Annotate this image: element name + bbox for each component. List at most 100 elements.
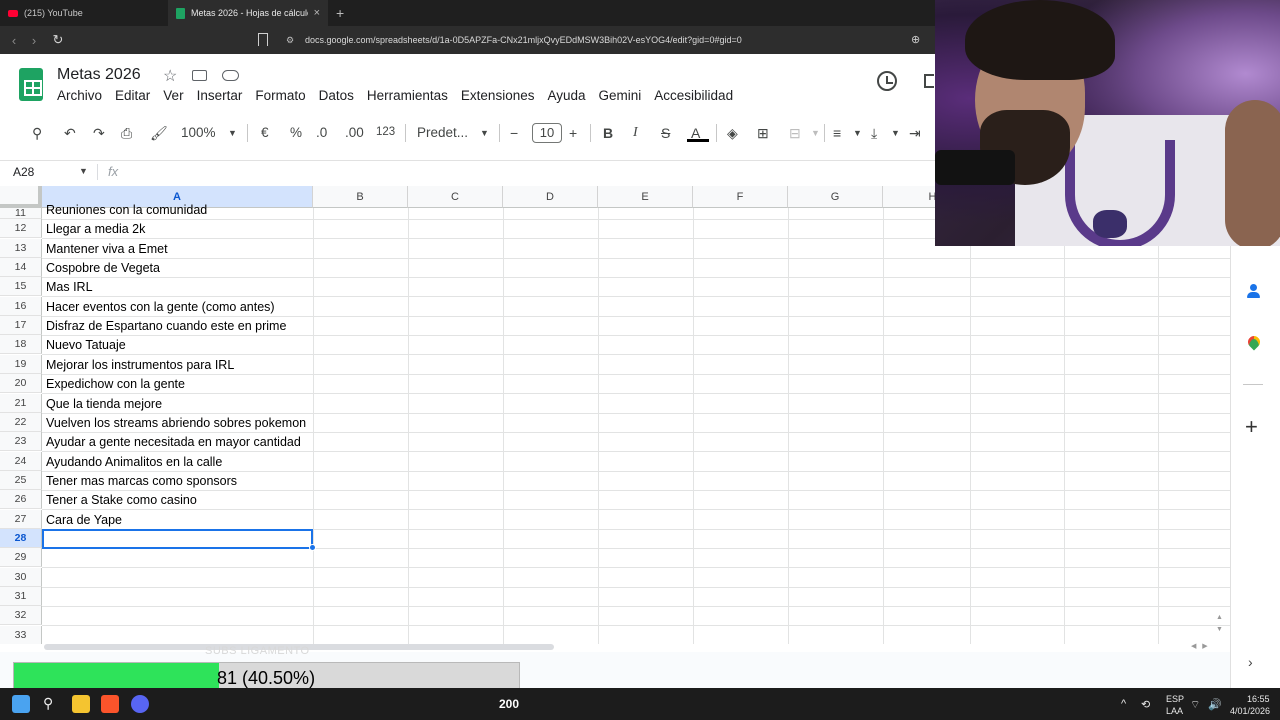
cell-a18[interactable]: Nuevo Tatuaje [46, 338, 126, 352]
file-explorer-icon[interactable] [72, 695, 90, 713]
menu-ver[interactable]: Ver [163, 88, 183, 103]
sheets-logo-icon[interactable] [19, 68, 43, 101]
font-size-input[interactable]: 10 [532, 123, 562, 143]
paint-format-icon[interactable]: 🖌 [150, 125, 168, 142]
row-header[interactable]: 29 [0, 548, 42, 567]
cell-a24[interactable]: Ayudando Animalitos en la calle [46, 455, 222, 469]
row-header[interactable]: 23 [0, 432, 42, 451]
close-tab-icon[interactable]: × [314, 7, 320, 19]
increase-font-size-icon[interactable]: + [569, 125, 577, 141]
back-icon[interactable]: ‹ [4, 33, 24, 48]
contacts-icon[interactable] [1247, 284, 1260, 299]
menu-editar[interactable]: Editar [115, 88, 150, 103]
menu-extensiones[interactable]: Extensiones [461, 88, 535, 103]
brave-browser-icon[interactable] [101, 695, 119, 713]
row-header[interactable]: 11 [0, 208, 42, 219]
column-header-g[interactable]: G [788, 186, 883, 208]
font-dropdown-icon[interactable]: ▼ [480, 128, 489, 138]
menu-ayuda[interactable]: Ayuda [547, 88, 585, 103]
column-header-d[interactable]: D [503, 186, 598, 208]
network-icon[interactable]: ⟲ [1141, 698, 1150, 711]
name-box-dropdown-icon[interactable]: ▼ [79, 166, 88, 176]
font-select[interactable]: Predet... [417, 125, 468, 140]
redo-icon[interactable]: ↷ [93, 125, 105, 142]
column-header-c[interactable]: C [408, 186, 503, 208]
horizontal-scroll-arrows[interactable]: ◀ ▶ [1191, 642, 1208, 650]
row-header[interactable]: 25 [0, 471, 42, 490]
tab-sheets[interactable]: Metas 2026 - Hojas de cálculo d × [168, 0, 328, 26]
row-header[interactable]: 30 [0, 568, 42, 587]
url-field[interactable]: docs.google.com/spreadsheets/d/1a-0D5APZ… [305, 35, 742, 45]
print-icon[interactable]: ⎙ [121, 125, 132, 142]
bold-button[interactable]: B [603, 125, 613, 141]
tray-overflow-icon[interactable]: ^ [1121, 698, 1126, 710]
column-header-b[interactable]: B [313, 186, 408, 208]
star-icon[interactable]: ☆ [163, 66, 177, 86]
select-all-corner[interactable] [0, 186, 42, 208]
column-header-e[interactable]: E [598, 186, 693, 208]
clock-time[interactable]: 16:55 [1247, 694, 1270, 704]
windows-start-icon[interactable] [12, 695, 30, 713]
merge-cells-icon[interactable]: ⊟ [789, 125, 801, 142]
cell-a16[interactable]: Hacer eventos con la gente (como antes) [46, 300, 275, 314]
cell-a12[interactable]: Llegar a media 2k [46, 222, 145, 236]
wifi-icon[interactable]: ⌔ [1190, 698, 1200, 712]
row-header[interactable]: 33 [0, 626, 42, 644]
text-wrap-icon[interactable]: ⇥ [909, 125, 921, 142]
row-header[interactable]: 13 [0, 239, 42, 258]
row-header[interactable]: 15 [0, 277, 42, 296]
discord-icon[interactable] [131, 695, 149, 713]
decrease-font-size-icon[interactable]: − [510, 125, 518, 141]
increase-decimals-button[interactable]: .00 [345, 125, 364, 140]
cell-a20[interactable]: Expedichow con la gente [46, 377, 185, 391]
menu-insertar[interactable]: Insertar [197, 88, 243, 103]
percent-button[interactable]: % [290, 125, 302, 140]
horizontal-align-icon[interactable]: ≡ [833, 125, 841, 141]
sheet-grid[interactable]: A B C D E F G H 11 Reuniones con la comunidad 12 Ll… [0, 186, 1230, 644]
fill-color-icon[interactable]: ◈ [727, 125, 738, 142]
cell-a26[interactable]: Tener a Stake como casino [46, 493, 197, 507]
zoom-dropdown-icon[interactable]: ▼ [228, 128, 237, 138]
cell-a17[interactable]: Disfraz de Espartano cuando este en prim… [46, 319, 286, 333]
menu-herramientas[interactable]: Herramientas [367, 88, 448, 103]
undo-icon[interactable]: ↶ [64, 125, 76, 142]
cell-a27[interactable]: Cara de Yape [46, 513, 122, 527]
align-dropdown-icon[interactable]: ▼ [853, 128, 862, 138]
vertical-scroll-arrows[interactable]: ▲ ▼ [1216, 612, 1223, 636]
row-header[interactable]: 14 [0, 258, 42, 277]
comments-icon[interactable] [924, 74, 934, 88]
menu-datos[interactable]: Datos [319, 88, 354, 103]
row-header[interactable]: 28 [0, 529, 42, 548]
valign-dropdown-icon[interactable]: ▼ [891, 128, 900, 138]
borders-icon[interactable]: ⊞ [757, 125, 769, 142]
fill-handle[interactable] [309, 544, 316, 551]
cell-a19[interactable]: Mejorar los instrumentos para IRL [46, 358, 234, 372]
cell-a21[interactable]: Que la tienda mejore [46, 397, 162, 411]
search-menus-icon[interactable]: ⚲ [32, 125, 42, 142]
cell-a11[interactable]: Reuniones con la comunidad [46, 203, 207, 217]
row-header[interactable]: 26 [0, 490, 42, 509]
cell-a13[interactable]: Mantener viva a Emet [46, 242, 168, 256]
language-indicator[interactable]: ESP [1166, 694, 1184, 704]
row-header[interactable]: 19 [0, 355, 42, 374]
reload-icon[interactable]: ↻ [48, 32, 68, 48]
row-header[interactable]: 20 [0, 374, 42, 393]
zoom-icon[interactable]: ⊕ [911, 33, 920, 46]
cell-a25[interactable]: Tener mas marcas como sponsors [46, 474, 237, 488]
version-history-icon[interactable] [877, 71, 897, 91]
name-box[interactable]: A28 [13, 165, 34, 179]
cell-a22[interactable]: Vuelven los streams abriendo sobres poke… [46, 416, 306, 430]
row-header[interactable]: 24 [0, 452, 42, 471]
menu-archivo[interactable]: Archivo [57, 88, 102, 103]
selected-cell[interactable] [42, 529, 313, 549]
row-header[interactable]: 17 [0, 316, 42, 335]
volume-icon[interactable]: 🔊 [1208, 698, 1222, 711]
row-header[interactable]: 21 [0, 394, 42, 413]
column-header-f[interactable]: F [693, 186, 788, 208]
row-header[interactable]: 31 [0, 587, 42, 606]
vertical-align-icon[interactable]: ⤓ [871, 125, 877, 142]
row-header[interactable]: 16 [0, 297, 42, 316]
move-folder-icon[interactable] [192, 70, 207, 81]
number-format-button[interactable]: 123 [376, 126, 395, 138]
row-header[interactable]: 27 [0, 510, 42, 529]
